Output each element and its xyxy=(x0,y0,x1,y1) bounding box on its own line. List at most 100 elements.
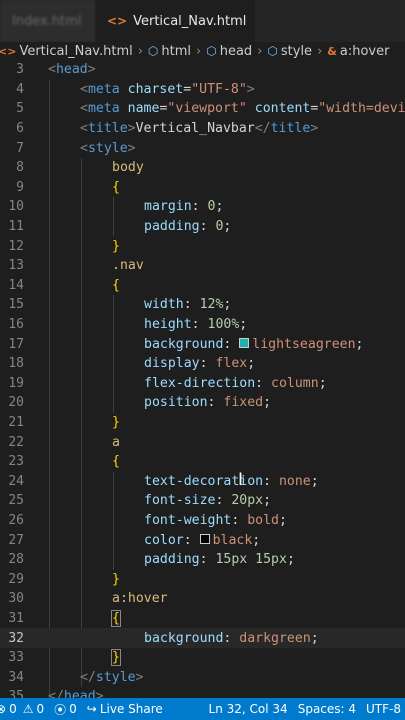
code-line[interactable]: 19 flex-direction: column; xyxy=(0,374,405,394)
code-text: background: lightseagreen; xyxy=(144,336,364,352)
code-line[interactable]: 35 </head> xyxy=(0,687,405,698)
code-text: } xyxy=(112,415,120,431)
status-bar: ⊗ 0 ⚠ 0 ⦿ 0 ↪ Live Share Ln 32, Col 34 S… xyxy=(0,698,405,720)
cursor-position[interactable]: Ln 32, Col 34 xyxy=(209,702,288,716)
line-number: 6 xyxy=(16,121,24,137)
code-text: display: flex; xyxy=(144,356,256,372)
code-line[interactable]: 29} xyxy=(0,570,405,590)
code-text: { xyxy=(112,179,120,195)
breadcrumb-style[interactable]: ⬡ style xyxy=(267,44,312,59)
code-line[interactable]: 33} xyxy=(0,648,405,668)
code-text: flex-direction: column; xyxy=(144,375,327,391)
code-line[interactable]: 4 <meta charset="UTF-8"> xyxy=(0,80,405,100)
code-line[interactable]: 3 <head> xyxy=(0,60,405,80)
line-number: 20 xyxy=(8,395,24,411)
code-editor[interactable]: 3 <head> 4 <meta charset="UTF-8"> 5 <meta nam… xyxy=(0,60,405,698)
line-number: 8 xyxy=(16,160,24,176)
line-number: 5 xyxy=(16,101,24,117)
code-line[interactable]: 9{ xyxy=(0,178,405,198)
line-number: 26 xyxy=(8,513,24,529)
code-line[interactable]: 20 position: fixed; xyxy=(0,393,405,413)
code-line[interactable]: 24 text-decoration: none; xyxy=(0,472,405,492)
line-number: 3 xyxy=(16,62,24,78)
tab-label: Index.html xyxy=(12,13,82,29)
tab-index[interactable]: Index.html xyxy=(0,0,95,42)
line-number: 27 xyxy=(8,532,24,548)
code-line[interactable]: 8 body xyxy=(0,158,405,178)
code-line[interactable]: 26 font-weight: bold; xyxy=(0,511,405,531)
line-number: 9 xyxy=(16,179,24,195)
line-number: 15 xyxy=(8,297,24,313)
code-line[interactable]: 25 font-size: 20px; xyxy=(0,491,405,511)
tab-vertical-nav[interactable]: <> Vertical_Nav.html xyxy=(95,0,255,42)
live-share-button[interactable]: ↪ Live Share xyxy=(87,702,163,716)
html-file-icon: <> xyxy=(0,44,17,58)
code-line[interactable]: 7 <style> xyxy=(0,138,405,158)
line-number: 29 xyxy=(8,571,24,587)
color-swatch-icon[interactable] xyxy=(239,337,250,348)
code-text: <title>Vertical_Navbar</title> xyxy=(80,121,319,137)
element-icon: ⬡ xyxy=(147,44,159,58)
code-text: <style> xyxy=(80,140,136,156)
remote-status[interactable]: ⦿ 0 xyxy=(54,701,77,718)
code-text: .nav xyxy=(112,258,144,274)
line-number: 7 xyxy=(16,140,24,156)
code-text: { xyxy=(112,277,120,293)
code-line[interactable]: 22 a xyxy=(0,432,405,452)
code-line[interactable]: 28 padding: 15px 15px; xyxy=(0,550,405,570)
code-line[interactable]: 18 display: flex; xyxy=(0,354,405,374)
code-line[interactable]: 30 a:hover xyxy=(0,589,405,609)
breadcrumb-file[interactable]: <> Vertical_Nav.html xyxy=(0,44,133,59)
line-number: 30 xyxy=(8,591,24,607)
errors-status[interactable]: ⊗ 0 ⚠ 0 xyxy=(0,702,44,716)
warning-icon: ⚠ xyxy=(22,702,34,716)
code-text: } xyxy=(111,649,121,667)
code-line[interactable]: 31 { xyxy=(0,609,405,629)
code-text: height: 100%; xyxy=(144,317,248,333)
code-text: a xyxy=(112,434,120,450)
element-icon: ⬡ xyxy=(206,44,217,58)
line-number: 18 xyxy=(8,356,24,372)
line-number: 23 xyxy=(8,454,24,470)
code-line[interactable]: 11 padding: 0; xyxy=(0,217,405,237)
code-line[interactable]: 21} xyxy=(0,413,405,433)
breadcrumb-html[interactable]: ⬡ html xyxy=(148,44,191,59)
code-text: <meta charset="UTF-8"> xyxy=(80,81,255,97)
tab-label: Vertical_Nav.html xyxy=(133,13,247,29)
code-line[interactable]: 15 width: 12%; xyxy=(0,295,405,315)
line-number: 28 xyxy=(8,552,24,568)
code-line[interactable]: 17 background: lightseagreen; xyxy=(0,334,405,354)
line-number: 31 xyxy=(8,611,24,627)
code-line[interactable]: 12} xyxy=(0,236,405,256)
code-line[interactable]: 14 { xyxy=(0,276,405,296)
code-text: background: darkgreen; xyxy=(144,630,319,646)
code-text: { xyxy=(111,610,121,628)
line-number: 21 xyxy=(8,415,24,431)
indentation[interactable]: Spaces: 4 xyxy=(298,702,356,716)
breadcrumb-a-hover[interactable]: & a:hover xyxy=(327,44,389,59)
code-line[interactable]: 34 </style> xyxy=(0,668,405,688)
code-line[interactable]: 13 .nav xyxy=(0,256,405,276)
code-line[interactable]: 27 color: black; xyxy=(0,530,405,550)
code-text: { xyxy=(112,454,120,470)
code-line[interactable]: 6 <title>Vertical_Navbar</title> xyxy=(0,119,405,139)
code-line[interactable]: 23 { xyxy=(0,452,405,472)
code-line[interactable]: 5 <meta name="viewport" content="width=de… xyxy=(0,99,405,119)
breadcrumb-head[interactable]: ⬡ head xyxy=(206,44,252,59)
code-text: a:hover xyxy=(112,591,168,607)
broadcast-icon: ⦿ xyxy=(54,702,67,717)
code-text: } xyxy=(112,571,120,587)
code-text: width: 12%; xyxy=(144,297,232,313)
code-line[interactable]: 10 margin: 0; xyxy=(0,197,405,217)
line-number: 19 xyxy=(8,375,24,391)
breadcrumb: <> Vertical_Nav.html › ⬡ html › ⬡ head ›… xyxy=(0,42,405,60)
chevron-right-icon: › xyxy=(137,43,143,59)
code-text: <head> xyxy=(48,62,96,78)
code-text: text-decoration: none; xyxy=(144,473,319,489)
code-text: body xyxy=(112,160,144,176)
encoding[interactable]: UTF-8 xyxy=(366,702,401,716)
color-swatch-icon[interactable] xyxy=(199,533,210,544)
code-line[interactable]: 32 background: darkgreen; xyxy=(0,628,405,648)
code-line[interactable]: 16 height: 100%; xyxy=(0,315,405,335)
chevron-right-icon: › xyxy=(257,43,263,59)
